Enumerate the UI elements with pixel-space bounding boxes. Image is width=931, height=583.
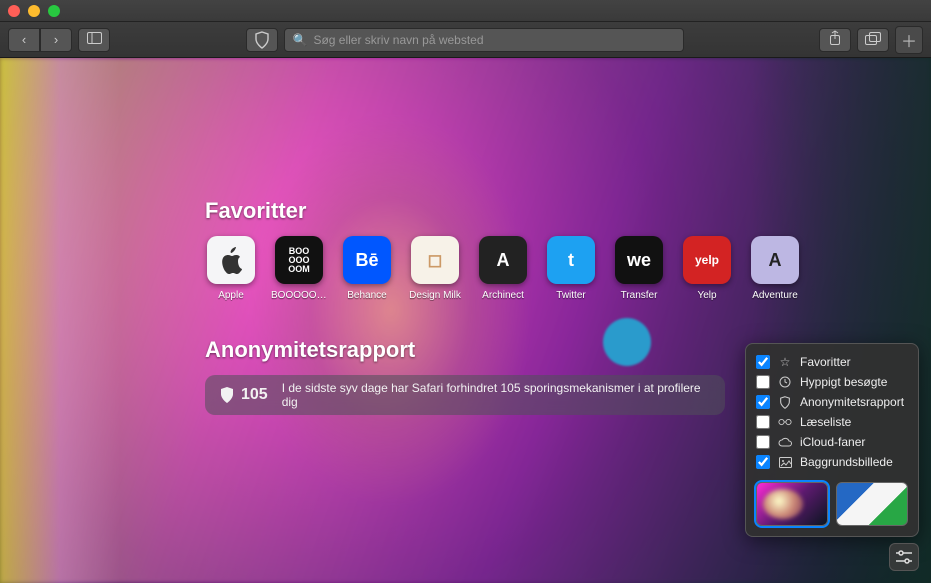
privacy-report-bar[interactable]: 105 I de sidste syv dage har Safari forh… <box>205 375 725 415</box>
favorite-apple[interactable]: Apple <box>205 236 257 301</box>
customize-option-label: Hyppigt besøgte <box>800 375 887 389</box>
customize-option-label: iCloud-faner <box>800 435 865 449</box>
background-thumbnail-2[interactable] <box>836 482 908 526</box>
background-thumbnail-1[interactable] <box>756 482 828 526</box>
favorite-label: Archinect <box>475 290 531 301</box>
glasses-icon <box>778 418 792 426</box>
shield-icon <box>254 31 270 49</box>
fullscreen-window-button[interactable] <box>48 5 60 17</box>
browser-toolbar: ‹ › 🔍 Søg eller skriv navn på websted ＋ <box>0 22 931 58</box>
star-icon: ☆ <box>778 355 792 369</box>
favorite-icon-behance: Bē <box>343 236 391 284</box>
forward-button[interactable]: › <box>40 28 72 52</box>
share-button[interactable] <box>819 28 851 52</box>
tabs-icon <box>865 32 881 48</box>
customize-option-label: Læseliste <box>800 415 851 429</box>
privacy-report-button[interactable] <box>246 28 278 52</box>
tabs-overview-button[interactable] <box>857 28 889 52</box>
favorite-label: BOOOOOOOM <box>271 290 327 301</box>
search-icon: 🔍 <box>293 33 308 47</box>
favorite-icon-twitter: t <box>547 236 595 284</box>
clock-icon <box>778 376 792 388</box>
customize-option-baggrundsbillede[interactable]: Baggrundsbillede <box>756 452 908 472</box>
favorite-archinect[interactable]: A Archinect <box>477 236 529 301</box>
address-placeholder: Søg eller skriv navn på websted <box>313 33 483 47</box>
sliders-icon <box>896 549 912 565</box>
customize-checkbox-l-seliste[interactable] <box>756 415 770 429</box>
sidebar-button[interactable] <box>78 28 110 52</box>
favorite-label: Transfer <box>611 290 667 301</box>
privacy-heading: Anonymitetsrapport <box>205 337 801 363</box>
customize-option-icloud-faner[interactable]: iCloud-faner <box>756 432 908 452</box>
decorative-neon-left <box>0 58 120 583</box>
shield-icon <box>778 396 792 409</box>
address-bar[interactable]: 🔍 Søg eller skriv navn på websted <box>284 28 684 52</box>
customize-checkbox-anonymitetsrapport[interactable] <box>756 395 770 409</box>
customize-option-label: Baggrundsbillede <box>800 455 893 469</box>
customize-option-label: Favoritter <box>800 355 851 369</box>
sidebar-icon <box>87 32 102 47</box>
customize-option-l-seliste[interactable]: Læseliste <box>756 412 908 432</box>
favorite-icon-booooooom: BOO OOO OOM <box>275 236 323 284</box>
favorite-label: Design Milk <box>407 290 463 301</box>
favorite-behance[interactable]: Bē Behance <box>341 236 393 301</box>
close-window-button[interactable] <box>8 5 20 17</box>
customize-start-page-button[interactable] <box>889 543 919 571</box>
customize-option-anonymitetsrapport[interactable]: Anonymitetsrapport <box>756 392 908 412</box>
chevron-right-icon: › <box>54 32 58 47</box>
favorite-twitter[interactable]: t Twitter <box>545 236 597 301</box>
favorite-icon-yelp: yelp <box>683 236 731 284</box>
customize-checkbox-hyppigt-bes-gte[interactable] <box>756 375 770 389</box>
favorite-icon-design-milk: ◻︎ <box>411 236 459 284</box>
back-button[interactable]: ‹ <box>8 28 40 52</box>
customize-checkbox-baggrundsbillede[interactable] <box>756 455 770 469</box>
favorite-icon-transfer: we <box>615 236 663 284</box>
favorite-label: Yelp <box>679 290 735 301</box>
customize-checkbox-icloud-faner[interactable] <box>756 435 770 449</box>
favorite-yelp[interactable]: yelp Yelp <box>681 236 733 301</box>
customize-option-label: Anonymitetsrapport <box>800 395 904 409</box>
favorite-icon-apple <box>207 236 255 284</box>
share-icon <box>828 30 842 49</box>
customize-option-favoritter[interactable]: ☆ Favoritter <box>756 352 908 372</box>
image-icon <box>778 457 792 468</box>
favorite-adventure[interactable]: A Adventure <box>749 236 801 301</box>
privacy-message: I de sidste syv dage har Safari forhindr… <box>282 381 711 409</box>
window-titlebar <box>0 0 931 22</box>
minimize-window-button[interactable] <box>28 5 40 17</box>
start-page: Favoritter Apple BOO OOO OOM BOOOOOOOM Bē Be… <box>0 58 931 583</box>
customize-option-hyppigt-bes-gte[interactable]: Hyppigt besøgte <box>756 372 908 392</box>
customize-checkbox-favoritter[interactable] <box>756 355 770 369</box>
favorite-booooooom[interactable]: BOO OOO OOM BOOOOOOOM <box>273 236 325 301</box>
favorite-design-milk[interactable]: ◻︎ Design Milk <box>409 236 461 301</box>
shield-icon <box>219 386 235 404</box>
favorite-label: Twitter <box>543 290 599 301</box>
chevron-left-icon: ‹ <box>22 32 26 47</box>
customize-start-page-panel: ☆ Favoritter Hyppigt besøgte Anonymitetsrap… <box>745 343 919 537</box>
favorite-label: Behance <box>339 290 395 301</box>
favorite-icon-adventure: A <box>751 236 799 284</box>
favorites-row: Apple BOO OOO OOM BOOOOOOOM Bē Behance ◻︎ Desi… <box>205 236 801 301</box>
plus-icon: ＋ <box>901 28 917 52</box>
favorite-label: Adventure <box>747 290 803 301</box>
favorite-label: Apple <box>203 290 259 301</box>
favorite-transfer[interactable]: we Transfer <box>613 236 665 301</box>
new-tab-button[interactable]: ＋ <box>895 26 923 54</box>
cloud-icon <box>778 437 792 447</box>
favorite-icon-archinect: A <box>479 236 527 284</box>
privacy-count: 105 <box>241 386 268 404</box>
favorites-heading: Favoritter <box>205 198 801 224</box>
